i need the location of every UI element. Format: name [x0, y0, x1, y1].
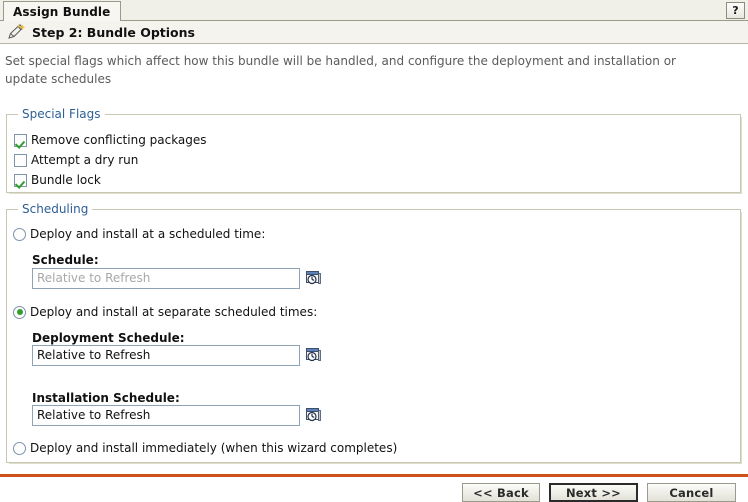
checkbox-label: Bundle lock [31, 173, 101, 187]
deployment-schedule-input[interactable]: Relative to Refresh [32, 345, 300, 366]
cancel-button[interactable]: Cancel [647, 483, 736, 502]
checkbox-attempt-dry-run[interactable]: Attempt a dry run [14, 151, 138, 169]
magic-wand-icon [8, 23, 25, 39]
checkbox-icon[interactable] [14, 173, 27, 187]
button-bar: << Back Next >> Cancel [0, 477, 748, 502]
radio-label: Deploy and install at a scheduled time: [30, 227, 266, 241]
question-mark-icon: ? [732, 4, 739, 17]
tab-assign-bundle[interactable]: Assign Bundle [3, 1, 122, 21]
special-flags-legend: Special Flags [18, 107, 105, 121]
scheduling-group: Scheduling Deploy and install at a sched… [6, 202, 741, 463]
tab-label: Assign Bundle [13, 4, 111, 19]
radio-label: Deploy and install at separate scheduled… [30, 305, 318, 319]
checkbox-remove-conflicting-packages[interactable]: Remove conflicting packages [14, 131, 207, 149]
calendar-clock-icon[interactable] [305, 407, 322, 424]
help-button[interactable]: ? [726, 2, 745, 19]
radio-icon[interactable] [13, 227, 26, 241]
deployment-schedule-label: Deployment Schedule: [32, 331, 185, 345]
radio-scheduled-time[interactable]: Deploy and install at a scheduled time: [13, 225, 265, 243]
step-header: Step 2: Bundle Options [0, 21, 748, 44]
scheduling-legend: Scheduling [18, 202, 93, 216]
checkbox-label: Attempt a dry run [31, 153, 139, 167]
special-flags-group: Special Flags Remove conflicting package… [6, 107, 741, 193]
checkbox-bundle-lock[interactable]: Bundle lock [14, 171, 101, 189]
installation-schedule-field-row: Relative to Refresh [32, 405, 322, 426]
page-title: Step 2: Bundle Options [32, 24, 195, 40]
calendar-clock-icon[interactable] [305, 347, 322, 364]
schedule-field-row: Relative to Refresh [32, 268, 322, 289]
radio-install-immediately[interactable]: Deploy and install immediately (when thi… [13, 439, 397, 457]
schedule-input[interactable]: Relative to Refresh [32, 268, 300, 289]
calendar-clock-icon[interactable] [305, 270, 322, 287]
page-description: Set special flags which affect how this … [5, 54, 676, 86]
back-button[interactable]: << Back [462, 483, 540, 502]
checkbox-label: Remove conflicting packages [31, 133, 207, 147]
radio-separate-scheduled-times[interactable]: Deploy and install at separate scheduled… [13, 303, 317, 321]
next-button[interactable]: Next >> [549, 483, 638, 502]
schedule-label: Schedule: [32, 253, 99, 267]
installation-schedule-input[interactable]: Relative to Refresh [32, 405, 300, 426]
checkbox-icon[interactable] [14, 153, 27, 167]
radio-icon[interactable] [13, 305, 26, 319]
tab-strip: Assign Bundle ? [0, 0, 748, 21]
installation-schedule-label: Installation Schedule: [32, 391, 180, 405]
radio-label: Deploy and install immediately (when thi… [30, 441, 398, 455]
radio-icon[interactable] [13, 441, 26, 455]
checkbox-icon[interactable] [14, 133, 27, 147]
deployment-schedule-field-row: Relative to Refresh [32, 345, 322, 366]
